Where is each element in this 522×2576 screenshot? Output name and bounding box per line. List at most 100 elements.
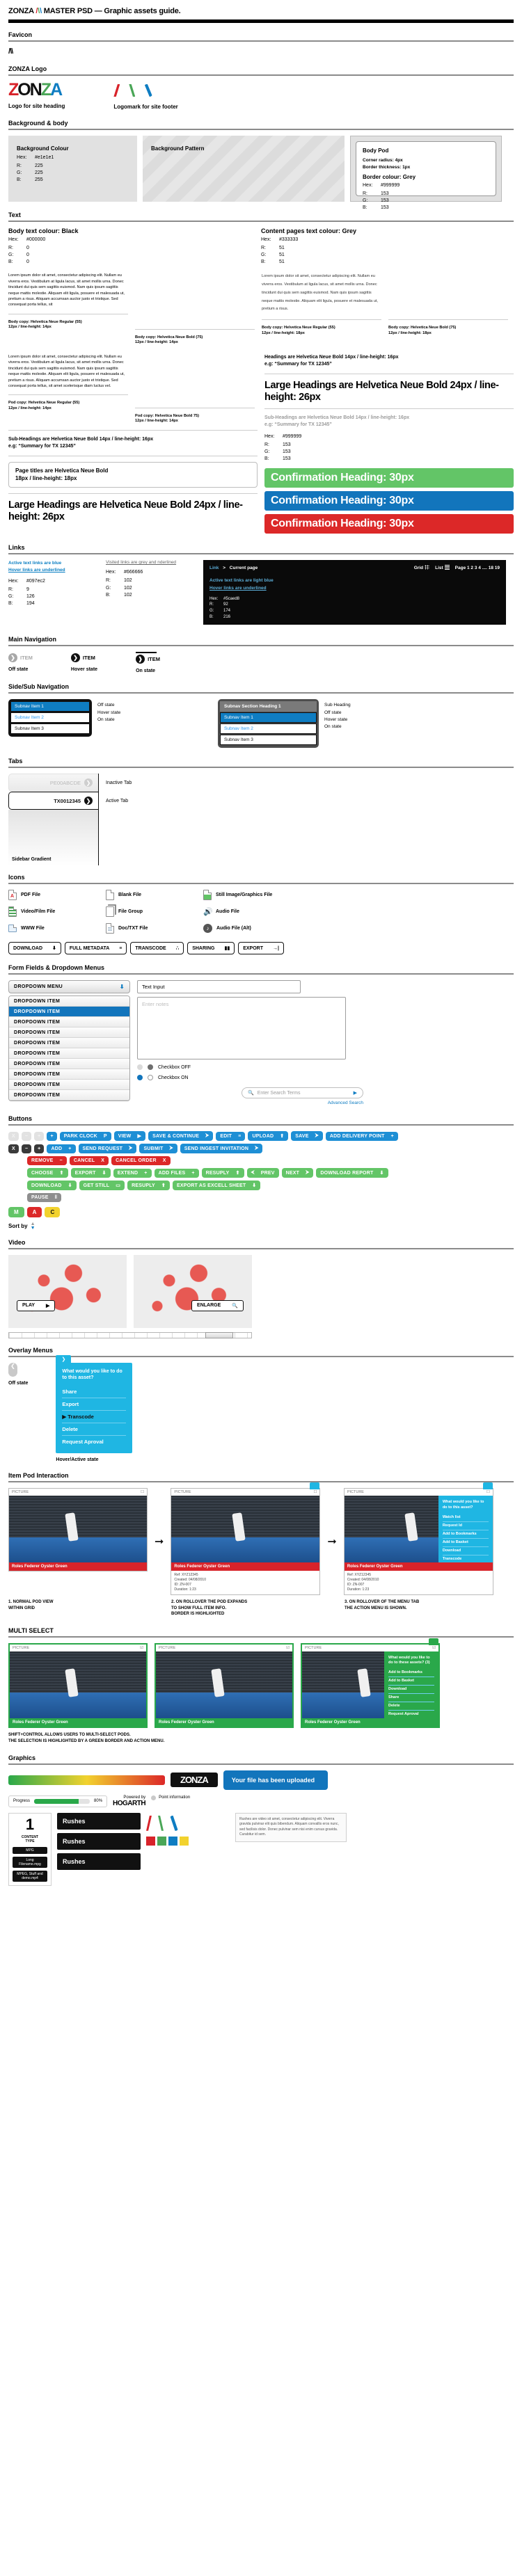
- breadcrumb-link[interactable]: Link: [209, 566, 219, 570]
- tab-active[interactable]: TX0012345 ❯: [8, 792, 98, 810]
- pod-menu-item[interactable]: Request Aproval: [388, 1711, 434, 1718]
- item-pod-menu-open[interactable]: PICTURE ☐ What would you like to do to th…: [343, 1482, 493, 1596]
- rush-item[interactable]: Rushes: [57, 1853, 141, 1870]
- sharing-button[interactable]: SHARING ▮▮: [187, 942, 235, 955]
- play-button[interactable]: PLAY ▶: [17, 1299, 56, 1311]
- send-ingest-invitation-button[interactable]: SEND INGEST INVITATION ⮞: [180, 1144, 263, 1154]
- subnav-item-hover[interactable]: Subnav Item 2: [220, 723, 317, 735]
- tab-inactive[interactable]: PE00ABCDE ❯: [8, 774, 98, 792]
- dropdown-list[interactable]: DROPDOWN ITEM DROPDOWN ITEM DROPDOWN ITE…: [8, 995, 130, 1102]
- pod-menu-item[interactable]: Delete: [388, 1702, 434, 1711]
- save-continue-button[interactable]: SAVE & CONTINUE ⮞: [148, 1131, 214, 1142]
- dropdown-item[interactable]: DROPDOWN ITEM: [9, 1080, 129, 1091]
- transcode-button[interactable]: TRANSCODE ∴: [130, 942, 184, 955]
- export-button[interactable]: EXPORT →|: [238, 942, 284, 955]
- pod-menu-item[interactable]: Share: [388, 1694, 434, 1702]
- main-nav-item-off[interactable]: ❯ ITEM Off state: [8, 652, 33, 673]
- subnav-item-off[interactable]: Subnav Item 1: [10, 701, 90, 712]
- pod-menu-item[interactable]: Request Id: [442, 1522, 489, 1530]
- item-pod-normal[interactable]: PICTURE ☐ Roles Federer Oyster Green: [8, 1488, 148, 1572]
- checkbox-on-row[interactable]: Checkbox ON: [137, 1075, 402, 1081]
- pod-menu-item[interactable]: Transcode: [443, 1555, 489, 1563]
- dropdown-item[interactable]: DROPDOWN ITEM: [9, 1048, 129, 1059]
- overlay-item-delete[interactable]: Delete: [62, 1423, 127, 1437]
- add-files-button[interactable]: ADD FILES +: [154, 1168, 199, 1178]
- subnav-item-on[interactable]: Subnav Item 3: [10, 723, 90, 735]
- item-pod-selected-3[interactable]: PICTURE ☑ What would you like to do to th…: [301, 1638, 440, 1728]
- full-metadata-button[interactable]: FULL METADATA ≡: [64, 942, 127, 955]
- cancel-button[interactable]: CANCEL X: [69, 1156, 109, 1166]
- subnav-item-on[interactable]: Subnav Item 3: [220, 735, 317, 746]
- dropdown-item[interactable]: DROPDOWN ITEM: [9, 1090, 129, 1101]
- overlay-tab-off[interactable]: ❮: [8, 1362, 17, 1377]
- pod-menu-tab-icon[interactable]: [482, 1482, 493, 1490]
- pod-check-icon[interactable]: ☑: [432, 1646, 436, 1650]
- view-button[interactable]: VIEW ▶: [113, 1131, 146, 1142]
- get-still-button[interactable]: GET STILL ▭: [79, 1181, 125, 1191]
- plus-button[interactable]: +: [34, 1131, 45, 1141]
- add-delivery-point-button[interactable]: ADD DELIVERY POINT +: [325, 1131, 398, 1141]
- active-link-sample[interactable]: Active text links are blue Hover links a…: [8, 560, 99, 574]
- subnav-item-hover[interactable]: Subnav Item 2: [10, 712, 90, 723]
- send-request-button[interactable]: SEND REQUEST ⮞: [78, 1144, 137, 1154]
- dropdown-item[interactable]: DROPDOWN ITEM: [9, 1017, 129, 1028]
- list-view-toggle[interactable]: List: [435, 565, 450, 570]
- overlay-menu-tab-icon[interactable]: ❯: [56, 1354, 72, 1363]
- rush-item[interactable]: Rushes: [57, 1832, 141, 1850]
- item-pod-selected-2[interactable]: PICTURE ☑ Roles Federer Oyster Green: [155, 1642, 294, 1728]
- tag-master[interactable]: M: [8, 1207, 24, 1218]
- pod-check-icon[interactable]: ☐: [313, 1490, 317, 1494]
- grid-view-toggle[interactable]: Grid: [414, 565, 430, 570]
- edit-button[interactable]: EDIT ≡: [216, 1131, 246, 1141]
- extend-button[interactable]: EXTEND +: [113, 1168, 152, 1178]
- overlay-item-request-approval[interactable]: Request Aproval: [62, 1436, 126, 1448]
- pause-button[interactable]: PAUSE ‖: [27, 1193, 62, 1203]
- overlay-item-export[interactable]: Export: [62, 1398, 127, 1411]
- dropdown-item[interactable]: DROPDOWN ITEM: [9, 996, 129, 1007]
- pod-menu-item[interactable]: Add to Bookmarks: [388, 1669, 434, 1677]
- resupply-button[interactable]: RESUPLY ⬆: [201, 1168, 244, 1178]
- video-player-play[interactable]: PLAY ▶: [8, 1254, 127, 1328]
- search-go-icon[interactable]: ▶: [354, 1090, 357, 1096]
- dropdown-item[interactable]: DROPDOWN ITEM: [9, 1059, 129, 1070]
- main-nav-item-on[interactable]: ❱ ITEM On state: [136, 652, 160, 673]
- text-input[interactable]: Text Input: [137, 980, 301, 994]
- park-clock-button[interactable]: PARK CLOCK P: [59, 1131, 111, 1141]
- save-button[interactable]: SAVE ⮞: [291, 1131, 323, 1142]
- close-button-dark[interactable]: X: [8, 1144, 19, 1153]
- tag-caution[interactable]: C: [45, 1207, 61, 1218]
- export-button-green[interactable]: EXPORT ⬇: [70, 1168, 111, 1178]
- prev-button[interactable]: ⮜ PREV: [246, 1168, 279, 1178]
- visited-link-sample[interactable]: Visited links are grey and nderlined: [106, 560, 196, 565]
- pod-check-icon[interactable]: ☐: [141, 1490, 144, 1494]
- pod-check-icon[interactable]: ☑: [286, 1646, 290, 1650]
- pagination[interactable]: Page 1 2 3 4 .... 18 19: [455, 566, 500, 570]
- add-button-2[interactable]: ADD +: [47, 1144, 76, 1153]
- enlarge-button[interactable]: ENLARGE 🔍: [191, 1299, 244, 1311]
- submit-button[interactable]: SUBMIT ⮞: [139, 1144, 177, 1154]
- download-report-button[interactable]: DOWNLOAD REPORT ⬇: [316, 1168, 388, 1178]
- scrubber-handle[interactable]: [205, 1331, 233, 1338]
- pod-menu-tab-icon[interactable]: [429, 1638, 438, 1645]
- resupply-button-2[interactable]: RESUPLY ⬆: [127, 1181, 170, 1191]
- pod-menu-item[interactable]: Add to Basket: [388, 1677, 434, 1686]
- sort-by-control[interactable]: Sort by ▲ ▼: [8, 1222, 514, 1231]
- subnav-item-off[interactable]: Subnav Item 1: [220, 712, 317, 723]
- pod-menu-tab-icon[interactable]: [310, 1482, 320, 1490]
- checkbox-off-row[interactable]: Checkbox OFF: [137, 1064, 402, 1071]
- dropdown-item[interactable]: DROPDOWN ITEM: [9, 1069, 129, 1080]
- dropdown-item-selected[interactable]: DROPDOWN ITEM: [9, 1007, 129, 1018]
- item-pod-expanded[interactable]: PICTURE ☐ Roles Federer Oyster Green Ref:…: [171, 1482, 321, 1596]
- pod-menu-item[interactable]: Add to Bookmarks: [442, 1530, 489, 1539]
- pod-menu-item[interactable]: Download: [442, 1547, 489, 1555]
- download-button[interactable]: DOWNLOAD ⬇: [8, 942, 61, 955]
- video-scrubber[interactable]: [8, 1331, 252, 1338]
- minus-button-dark[interactable]: −: [21, 1144, 32, 1153]
- advanced-search-link[interactable]: Advanced Search: [242, 1101, 363, 1105]
- pod-check-icon[interactable]: ☑: [140, 1646, 143, 1650]
- cancel-order-button[interactable]: CANCEL ORDER X: [111, 1156, 171, 1166]
- dropdown-item[interactable]: DROPDOWN ITEM: [9, 1038, 129, 1049]
- main-nav-item-hover[interactable]: ❯ ITEM Hover state: [70, 652, 97, 673]
- add-button[interactable]: +: [47, 1131, 57, 1141]
- pod-menu-item[interactable]: Watch list: [442, 1514, 489, 1522]
